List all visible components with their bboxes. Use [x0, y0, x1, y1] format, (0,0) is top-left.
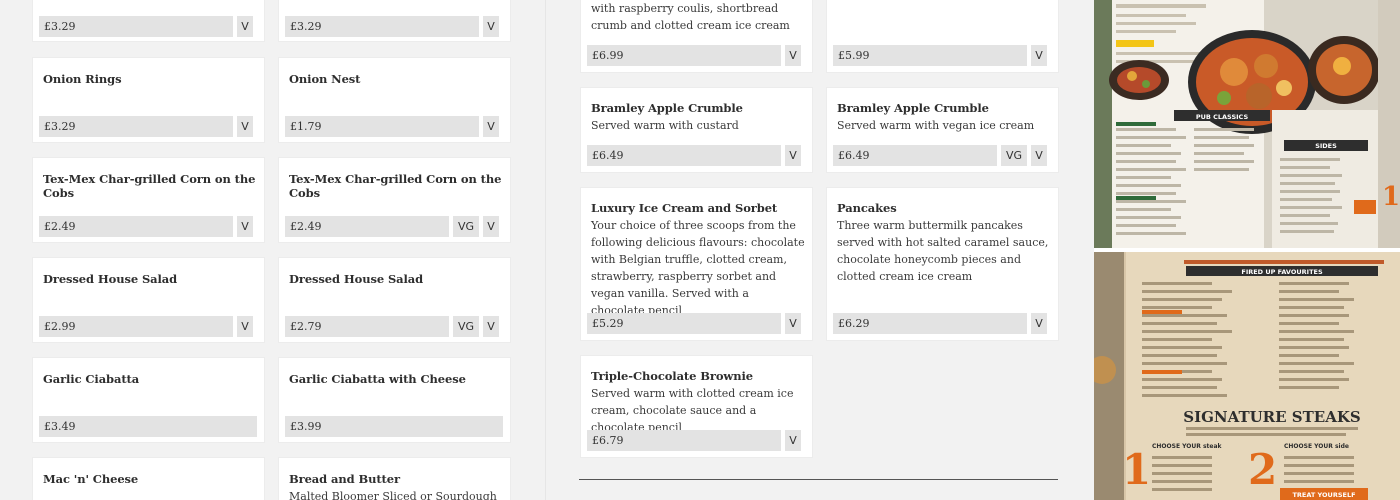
vegetarian-badge: V: [237, 216, 253, 237]
item-title: Luxury Ice Cream and Sorbet: [591, 201, 778, 215]
menu-item-card[interactable]: Bread and Butter Malted Bloomer Sliced o…: [278, 457, 511, 500]
menu-item-card[interactable]: £3.29 V: [278, 0, 511, 42]
menu-item-card[interactable]: Mac 'n' Cheese: [32, 457, 265, 500]
price: £6.79: [587, 430, 781, 451]
price: £5.29: [587, 313, 781, 334]
item-title: Onion Nest: [289, 72, 361, 86]
price: £6.99: [587, 45, 781, 66]
desserts-column: with raspberry coulis, shortbread crumb …: [545, 0, 1094, 500]
vegetarian-badge: V: [1031, 45, 1047, 66]
menu-item-card[interactable]: Onion Nest £1.79 V: [278, 57, 511, 143]
vegetarian-badge: V: [483, 16, 499, 37]
step-one-number: 1: [1122, 445, 1151, 494]
treat-yourself-label: TREAT YOURSELF: [1292, 491, 1355, 499]
price: £6.49: [833, 145, 997, 166]
item-description: Served warm with clotted cream ice cream…: [591, 387, 794, 434]
pub-classics-label: PUB CLASSICS: [1196, 113, 1249, 121]
section-divider: [579, 479, 1058, 480]
item-description: Served warm with custard: [591, 119, 739, 132]
vegetarian-badge: V: [785, 45, 801, 66]
price: £2.49: [39, 216, 233, 237]
price: £3.29: [285, 16, 479, 37]
menu-item-card[interactable]: Bramley Apple Crumble Served warm with c…: [580, 87, 813, 173]
item-description: Served warm with vegan ice cream: [837, 119, 1035, 132]
item-description: Three warm buttermilk pancakes served wi…: [837, 219, 1049, 283]
vegetarian-badge: V: [483, 316, 499, 337]
item-title: Onion Rings: [43, 72, 122, 86]
price: £3.49: [39, 416, 257, 437]
item-title: Bramley Apple Crumble: [837, 101, 989, 115]
menu-item-card[interactable]: Dressed House Salad £2.79 VG V: [278, 257, 511, 343]
item-title: Garlic Ciabatta: [43, 372, 140, 386]
menu-photo-top[interactable]: PUB CLASSICS SIDES 1: [1094, 0, 1400, 248]
price: £3.29: [39, 116, 233, 137]
menu-item-card[interactable]: Pancakes Three warm buttermilk pancakes …: [826, 187, 1059, 341]
svg-text:1: 1: [1382, 182, 1400, 212]
signature-steaks-label: SIGNATURE STEAKS: [1183, 408, 1361, 426]
price: £2.49: [285, 216, 449, 237]
menu-item-card[interactable]: Triple-Chocolate Brownie Served warm wit…: [580, 355, 813, 458]
price: £2.99: [39, 316, 233, 337]
menu-item-card[interactable]: Tex-Mex Char-grilled Corn on the Cobs £2…: [278, 157, 511, 243]
item-title: Mac 'n' Cheese: [43, 472, 139, 486]
menu-item-card[interactable]: Bramley Apple Crumble Served warm with v…: [826, 87, 1059, 173]
vegetarian-badge: V: [785, 430, 801, 451]
menu-item-card[interactable]: Luxury Ice Cream and Sorbet Your choice …: [580, 187, 813, 341]
vegetarian-badge: V: [785, 145, 801, 166]
item-title: Bramley Apple Crumble: [591, 101, 743, 115]
vegetarian-badge: V: [237, 316, 253, 337]
menu-item-card[interactable]: Garlic Ciabatta £3.49: [32, 357, 265, 443]
step-two-number: 2: [1248, 445, 1277, 494]
price: £3.29: [39, 16, 233, 37]
menu-item-card[interactable]: Dressed House Salad £2.99 V: [32, 257, 265, 343]
choose-side-label: CHOOSE YOUR side: [1284, 443, 1349, 450]
vegetarian-badge: V: [1031, 313, 1047, 334]
vegetarian-badge: V: [785, 313, 801, 334]
item-description: with raspberry coulis, shortbread crumb …: [591, 2, 790, 32]
vegan-badge: VG: [1001, 145, 1027, 166]
price: £2.79: [285, 316, 449, 337]
item-title: Dressed House Salad: [43, 272, 178, 286]
sides-label: SIDES: [1315, 142, 1337, 150]
fired-up-label: FIRED UP FAVOURITES: [1241, 268, 1323, 276]
item-title: Pancakes: [837, 201, 897, 215]
vegan-badge: VG: [453, 216, 479, 237]
price: £6.29: [833, 313, 1027, 334]
menu-item-card[interactable]: with raspberry coulis, shortbread crumb …: [580, 0, 813, 73]
vegetarian-badge: V: [483, 216, 499, 237]
price: £6.49: [587, 145, 781, 166]
item-title: Tex-Mex Char-grilled Corn on the Cobs: [289, 172, 502, 200]
price: £3.99: [285, 416, 503, 437]
price: £1.79: [285, 116, 479, 137]
menu-photo-top-image: PUB CLASSICS SIDES 1: [1094, 0, 1400, 248]
menu-photo-bottom-image: FIRED UP FAVOURITES SIGNATURE STEAKS 1 C…: [1094, 252, 1400, 500]
menu-item-card[interactable]: Garlic Ciabatta with Cheese £3.99: [278, 357, 511, 443]
menu-item-card[interactable]: £5.99 V: [826, 0, 1059, 73]
item-title: Bread and Butter: [289, 472, 400, 486]
menu-item-card[interactable]: £3.29 V: [32, 0, 265, 42]
vegetarian-badge: V: [237, 116, 253, 137]
vegetarian-badge: V: [483, 116, 499, 137]
menu-photo-bottom[interactable]: FIRED UP FAVOURITES SIGNATURE STEAKS 1 C…: [1094, 252, 1400, 500]
left-menu-column: £3.29 V £3.29 V Onion Rings £3.29 V Onio…: [0, 0, 545, 500]
item-title: Triple-Chocolate Brownie: [591, 369, 753, 383]
item-title: Dressed House Salad: [289, 272, 424, 286]
menu-item-card[interactable]: Onion Rings £3.29 V: [32, 57, 265, 143]
price: £5.99: [833, 45, 1027, 66]
menu-photos-column: PUB CLASSICS SIDES 1 FIRED UP FAVOURITES…: [1094, 0, 1400, 500]
item-description: Your choice of three scoops from the fol…: [591, 219, 805, 317]
vegan-badge: VG: [453, 316, 479, 337]
item-title: Tex-Mex Char-grilled Corn on the Cobs: [43, 172, 256, 200]
vegetarian-badge: V: [1031, 145, 1047, 166]
menu-item-card[interactable]: Tex-Mex Char-grilled Corn on the Cobs £2…: [32, 157, 265, 243]
choose-steak-label: CHOOSE YOUR steak: [1152, 443, 1223, 450]
vegetarian-badge: V: [237, 16, 253, 37]
item-title: Garlic Ciabatta with Cheese: [289, 372, 466, 386]
item-description: Malted Bloomer Sliced or Sourdough: [289, 490, 497, 500]
